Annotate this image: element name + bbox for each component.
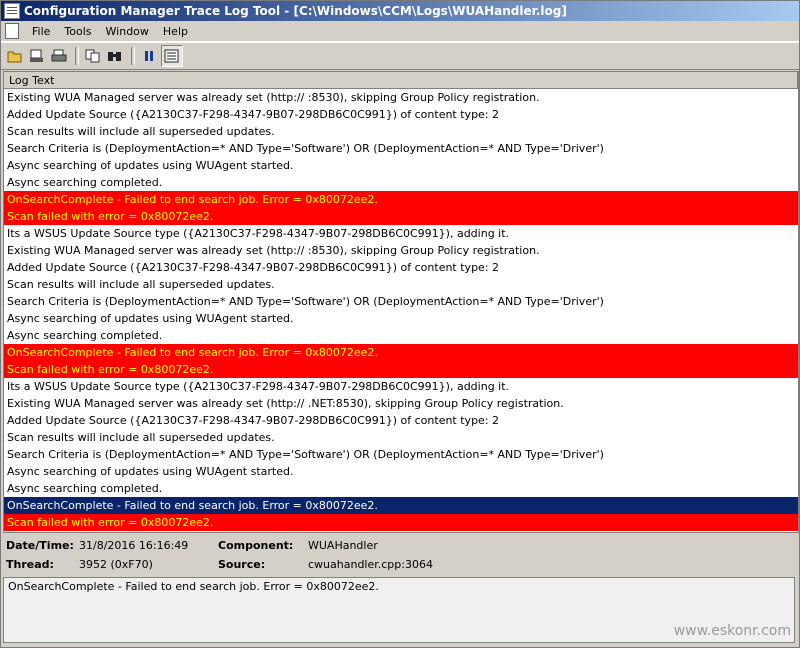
log-row[interactable]: Async searching of updates using WUAgent…: [4, 157, 798, 174]
log-row[interactable]: Existing WUA Managed server was already …: [4, 242, 798, 259]
toolbar: [1, 42, 799, 70]
find-icon[interactable]: [105, 46, 125, 66]
log-row[interactable]: Its a WSUS Update Source type ({A2130C37…: [4, 378, 798, 395]
log-row[interactable]: OnSearchComplete - Failed to end search …: [4, 344, 798, 361]
menu-tools[interactable]: Tools: [57, 25, 98, 38]
log-row[interactable]: Async searching completed.: [4, 327, 798, 344]
window-title: Configuration Manager Trace Log Tool - […: [24, 4, 567, 18]
log-row[interactable]: Scan failed with error = 0x80072ee2.: [4, 361, 798, 378]
datetime-value: 31/8/2016 16:16:49: [79, 539, 189, 552]
log-row[interactable]: Scan results will include all superseded…: [4, 429, 798, 446]
log-row[interactable]: Added Update Source ({A2130C37-F298-4347…: [4, 259, 798, 276]
menu-file[interactable]: File: [25, 25, 57, 38]
source-value: cwuahandler.cpp:3064: [308, 558, 433, 571]
app-icon: [4, 3, 20, 19]
menu-help[interactable]: Help: [156, 25, 195, 38]
log-row[interactable]: Its a WSUS Update Source type ({A2130C37…: [4, 225, 798, 242]
open-icon[interactable]: [5, 46, 25, 66]
log-row[interactable]: Async searching of updates using WUAgent…: [4, 310, 798, 327]
show-details-icon[interactable]: [161, 45, 183, 67]
column-header-log-text[interactable]: Log Text: [4, 72, 798, 89]
main-window: Configuration Manager Trace Log Tool - […: [0, 0, 800, 648]
details-pane: Date/Time: 31/8/2016 16:16:49 Component:…: [3, 535, 797, 575]
menu-bar: File Tools Window Help: [1, 21, 799, 42]
log-row[interactable]: Async searching completed.: [4, 174, 798, 191]
component-label: Component:: [218, 539, 294, 552]
log-row[interactable]: Scan failed with error = 0x80072ee2.: [4, 208, 798, 225]
log-rows: Existing WUA Managed server was already …: [4, 89, 798, 531]
log-row[interactable]: Search Criteria is (DeploymentAction=* A…: [4, 446, 798, 463]
component-value: WUAHandler: [308, 539, 378, 552]
log-row[interactable]: Async searching of updates using WUAgent…: [4, 463, 798, 480]
log-row[interactable]: Added Update Source ({A2130C37-F298-4347…: [4, 412, 798, 429]
message-text: OnSearchComplete - Failed to end search …: [8, 580, 379, 593]
log-row[interactable]: Async searching completed.: [4, 480, 798, 497]
log-row[interactable]: Existing WUA Managed server was already …: [4, 395, 798, 412]
menu-window[interactable]: Window: [99, 25, 156, 38]
thread-value: 3952 (0xF70): [79, 558, 153, 571]
log-row[interactable]: OnSearchComplete - Failed to end search …: [4, 497, 798, 514]
pause-icon[interactable]: [139, 46, 159, 66]
log-row[interactable]: Search Criteria is (DeploymentAction=* A…: [4, 140, 798, 157]
log-row[interactable]: Existing WUA Managed server was already …: [4, 89, 798, 106]
log-row[interactable]: Scan failed with error = 0x80072ee2.: [4, 514, 798, 531]
toolbar-separator: [131, 47, 135, 65]
document-icon[interactable]: [5, 23, 19, 39]
log-list[interactable]: Log Text Existing WUA Managed server was…: [3, 71, 799, 533]
datetime-label: Date/Time:: [6, 539, 74, 552]
copy-icon[interactable]: [83, 46, 103, 66]
print-icon[interactable]: [49, 46, 69, 66]
log-row[interactable]: Search Criteria is (DeploymentAction=* A…: [4, 293, 798, 310]
log-row[interactable]: Scan results will include all superseded…: [4, 123, 798, 140]
toolbar-separator: [75, 47, 79, 65]
log-row[interactable]: Added Update Source ({A2130C37-F298-4347…: [4, 106, 798, 123]
title-bar[interactable]: Configuration Manager Trace Log Tool - […: [1, 1, 799, 21]
thread-label: Thread:: [6, 558, 54, 571]
print-preview-icon[interactable]: [27, 46, 47, 66]
log-row[interactable]: OnSearchComplete - Failed to end search …: [4, 191, 798, 208]
log-row[interactable]: Scan results will include all superseded…: [4, 276, 798, 293]
source-label: Source:: [218, 558, 266, 571]
watermark: www.eskonr.com: [673, 623, 791, 639]
